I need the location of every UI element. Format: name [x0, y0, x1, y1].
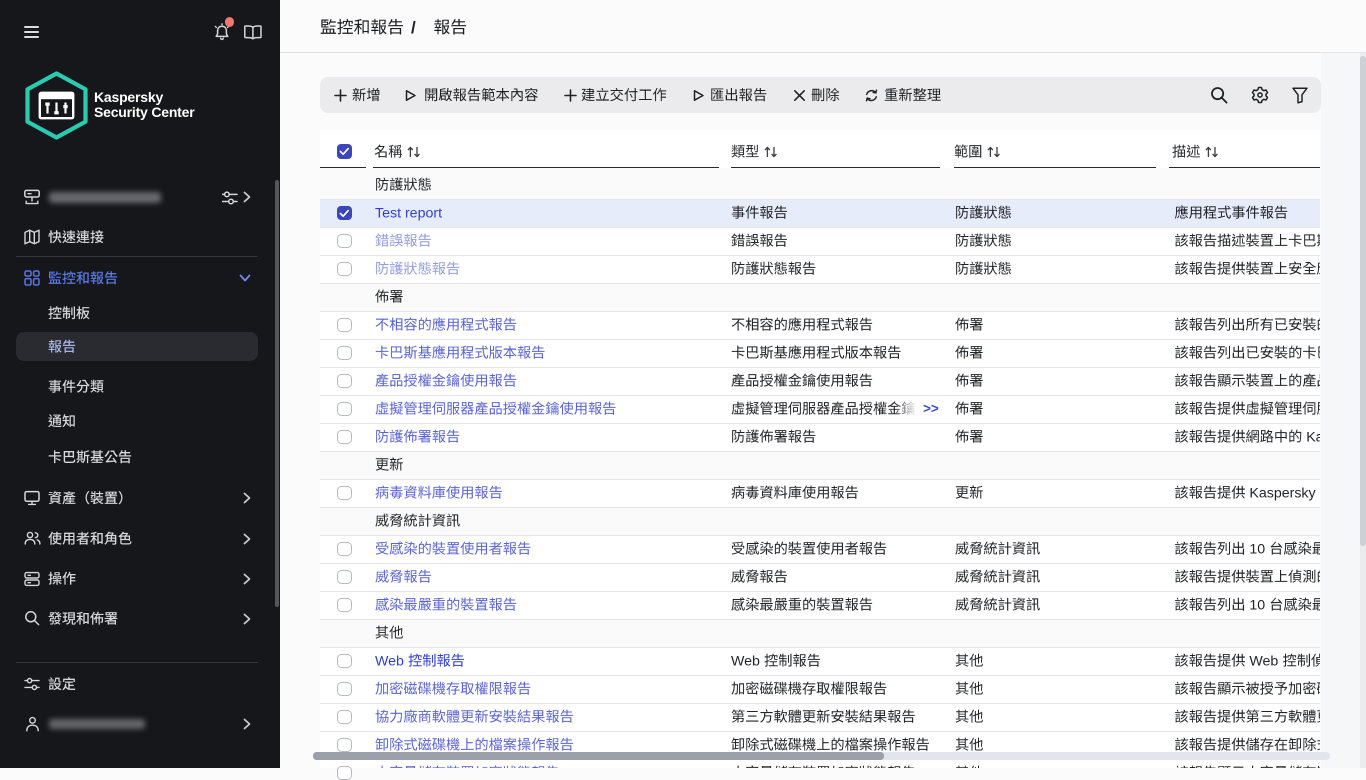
svg-text:/: / — [411, 18, 416, 37]
